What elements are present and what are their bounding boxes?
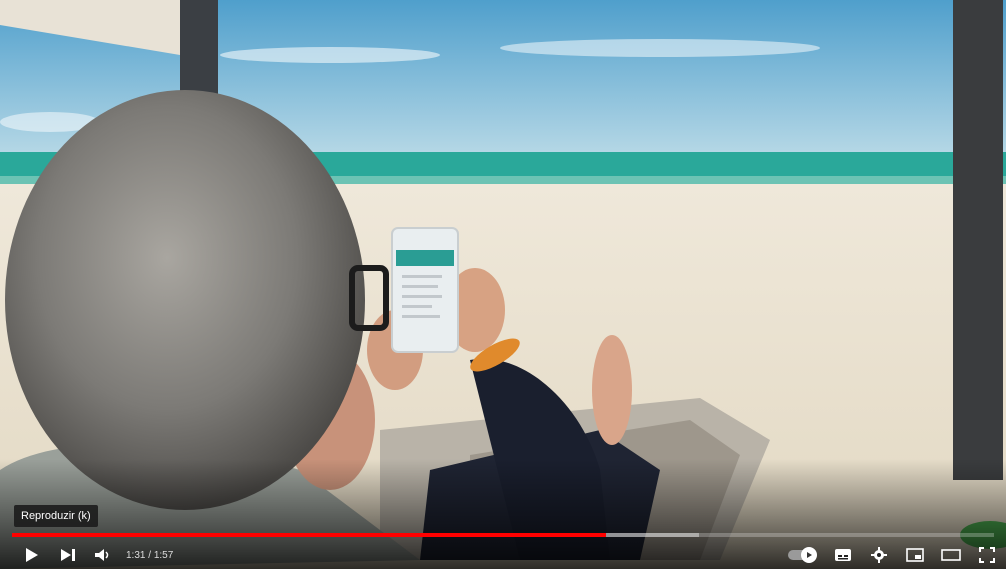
- time-display: 1:31 / 1:57: [126, 550, 173, 561]
- fullscreen-button[interactable]: [976, 541, 998, 569]
- cloud: [220, 47, 440, 63]
- subtitles-icon: [835, 549, 851, 561]
- control-bar: 1:31 / 1:57: [0, 541, 1006, 569]
- next-icon: [61, 549, 75, 561]
- progress-played: [12, 533, 607, 537]
- autoplay-toggle-icon: [788, 547, 817, 563]
- foot: [592, 335, 632, 445]
- time-current: 1:31: [126, 549, 146, 561]
- settings-button[interactable]: [868, 541, 890, 569]
- umbrella-pole: [953, 0, 1003, 480]
- cloud: [500, 39, 820, 57]
- time-total: 1:57: [153, 549, 174, 561]
- subtitles-button[interactable]: [832, 541, 854, 569]
- volume-button[interactable]: [88, 541, 116, 569]
- miniplayer-button[interactable]: [904, 541, 926, 569]
- gear-icon: [871, 547, 887, 563]
- theater-mode-icon: [941, 549, 961, 561]
- head-hair: [5, 90, 365, 510]
- umbrella-pole: [180, 0, 218, 100]
- time-separator: /: [145, 549, 154, 561]
- right-controls: [784, 541, 998, 569]
- play-tooltip: Reproduzir (k): [14, 505, 98, 527]
- progress-bar[interactable]: [12, 533, 994, 537]
- play-icon: [26, 548, 38, 562]
- next-button[interactable]: [54, 541, 82, 569]
- phone-header: [396, 250, 454, 266]
- volume-icon: [95, 549, 109, 561]
- miniplayer-icon: [906, 548, 924, 562]
- play-button[interactable]: [18, 541, 46, 569]
- autoplay-toggle[interactable]: [784, 541, 818, 569]
- fullscreen-icon: [979, 547, 995, 563]
- video-player[interactable]: Reproduzir (k) 1:31 / 1:57: [0, 0, 1006, 569]
- phone: [391, 227, 459, 353]
- theater-button[interactable]: [940, 541, 962, 569]
